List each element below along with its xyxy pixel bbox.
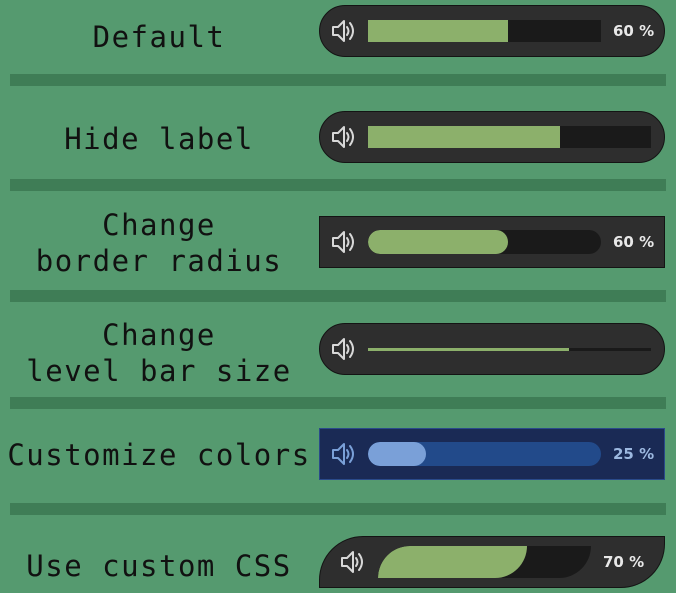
volume-slider-default[interactable]: 60 % [319, 5, 665, 57]
level-fill [368, 126, 561, 148]
level-track[interactable] [368, 348, 651, 351]
level-value-label: 60 % [613, 22, 655, 40]
volume-slider-border-radius[interactable]: 60 % [319, 216, 665, 268]
level-track[interactable] [368, 20, 601, 42]
section-divider [10, 397, 666, 409]
volume-slider-custom-css[interactable]: 70 % [319, 536, 665, 588]
speaker-volume-icon [332, 231, 354, 253]
level-value-label: 70 % [603, 553, 645, 571]
section-divider [10, 74, 666, 86]
speaker-volume-icon [332, 20, 354, 42]
volume-slider-hide-label[interactable] [319, 111, 665, 163]
level-fill [378, 546, 528, 578]
volume-slider-level-bar-size[interactable] [319, 323, 665, 375]
level-track[interactable] [368, 442, 601, 466]
row-label-change-level-bar-size: Change level bar size [26, 318, 292, 388]
level-track[interactable] [378, 546, 591, 578]
level-fill [368, 348, 569, 351]
speaker-volume-icon [332, 338, 354, 360]
level-fill [368, 20, 508, 42]
section-divider [10, 290, 666, 302]
section-divider [10, 503, 666, 515]
row-label-hide-label: Hide label [64, 122, 254, 156]
row-label-change-border-radius: Change border radius [35, 208, 283, 278]
row-label-default: Default [92, 20, 226, 54]
volume-slider-custom-colors[interactable]: 25 % [319, 428, 665, 480]
level-value-label: 60 % [613, 233, 655, 251]
level-fill [368, 230, 508, 254]
level-fill [368, 442, 427, 466]
speaker-volume-icon [332, 443, 354, 465]
section-divider [10, 179, 666, 191]
row-label-use-custom-css: Use custom CSS [26, 549, 292, 583]
level-value-label: 25 % [613, 445, 655, 463]
row-label-customize-colors: Customize colors [7, 438, 311, 472]
speaker-volume-icon [341, 551, 363, 573]
speaker-volume-icon [332, 126, 354, 148]
level-track[interactable] [368, 126, 651, 148]
level-track[interactable] [368, 230, 601, 254]
